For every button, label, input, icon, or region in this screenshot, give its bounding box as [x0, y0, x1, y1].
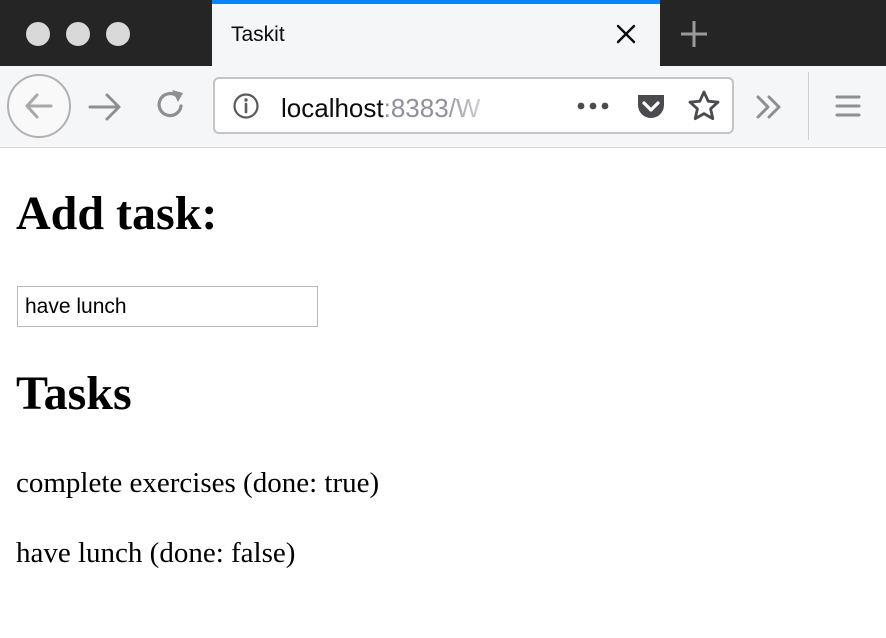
- task-item: complete exercises (done: true): [16, 467, 380, 499]
- tasks-heading: Tasks: [16, 367, 132, 420]
- task-list: complete exercises (done: true) have lun…: [16, 460, 379, 600]
- back-button[interactable]: [7, 74, 71, 138]
- url-host: localhost: [281, 93, 384, 123]
- nav-toolbar: localhost:8383/W: [0, 66, 886, 148]
- minimize-window-icon[interactable]: [66, 22, 90, 46]
- tab-taskit[interactable]: Taskit: [212, 0, 660, 66]
- add-task-heading: Add task:: [16, 187, 218, 240]
- plus-icon[interactable]: [678, 18, 710, 50]
- tab-strip: Taskit: [0, 0, 886, 66]
- pocket-icon[interactable]: [635, 92, 667, 122]
- page-content: Add task: Tasks complete exercises (done…: [0, 148, 886, 638]
- info-icon[interactable]: [232, 92, 260, 120]
- close-window-icon[interactable]: [26, 22, 50, 46]
- star-icon[interactable]: [687, 89, 721, 123]
- reload-icon[interactable]: [152, 86, 190, 124]
- task-input[interactable]: [17, 286, 318, 327]
- arrow-right-icon[interactable]: [86, 88, 124, 126]
- url-bar[interactable]: localhost:8383/W: [213, 77, 734, 134]
- active-tab-indicator: [212, 0, 660, 4]
- close-icon[interactable]: [612, 20, 640, 48]
- url-fade: [445, 85, 515, 127]
- maximize-window-icon[interactable]: [106, 22, 130, 46]
- double-chevron-icon[interactable]: [752, 92, 786, 122]
- browser-window: Taskit localhost:8383/W Add task: have l…: [0, 0, 886, 638]
- toolbar-separator: [808, 72, 809, 140]
- more-dots-icon[interactable]: [575, 91, 611, 121]
- tab-title: Taskit: [231, 23, 285, 46]
- hamburger-menu-icon[interactable]: [834, 92, 862, 120]
- arrow-left-icon: [25, 93, 53, 119]
- task-item: have lunch (done: false): [16, 537, 296, 569]
